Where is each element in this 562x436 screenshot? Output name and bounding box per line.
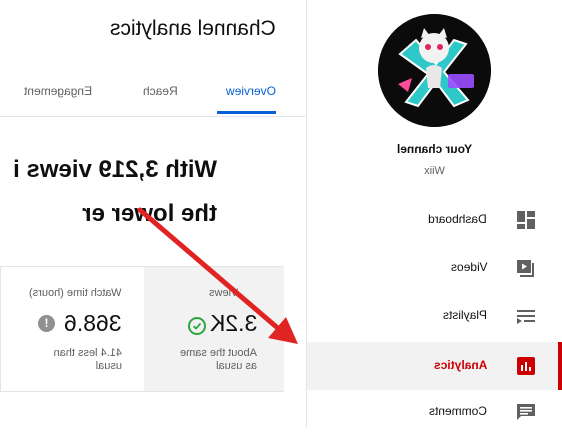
- playlists-icon: [515, 305, 537, 327]
- views-metric[interactable]: Views 3.2K About the same as usual: [144, 267, 284, 391]
- channel-avatar[interactable]: [378, 14, 491, 127]
- watch-time-comparison: 41.4 less than usual: [53, 347, 123, 372]
- sidebar-item-comments[interactable]: Comments: [307, 388, 562, 436]
- headline-line-1: With 3,219 views i: [13, 156, 217, 183]
- summary-headline: With 3,219 views i the lower er: [0, 148, 217, 236]
- channel-name: Wiix: [424, 165, 445, 177]
- sidebar-item-videos[interactable]: Videos: [307, 244, 562, 292]
- dashboard-icon: [515, 209, 537, 231]
- watch-time-label: Watch time (hours): [29, 287, 122, 299]
- page-title: Channel analytics: [110, 17, 276, 40]
- videos-icon: [515, 257, 537, 279]
- sidebar-item-label: Dashboard: [428, 212, 487, 226]
- views-comparison: About the same as usual: [179, 347, 257, 372]
- sidebar-item-analytics[interactable]: Analytics: [307, 342, 562, 390]
- views-value: 3.2K: [209, 310, 257, 336]
- channel-title: Your channel: [396, 142, 473, 156]
- sidebar-item-playlists[interactable]: Playlists: [307, 292, 562, 340]
- analytics-main-panel: Channel analytics Overview Reach Engagem…: [0, 0, 307, 428]
- sidebar-item-label: Comments: [428, 404, 487, 418]
- check-circle-icon: [188, 317, 206, 335]
- active-item-indicator: [558, 342, 562, 390]
- key-metrics-card: Views 3.2K About the same as usual Watch…: [0, 266, 284, 392]
- studio-sidebar: Your channel Wiix Dashboard Videos Playl…: [307, 0, 562, 428]
- tabs-divider: [0, 116, 306, 117]
- headline-line-2: the lower er: [82, 200, 217, 227]
- sidebar-item-label: Playlists: [442, 308, 487, 322]
- info-icon[interactable]: !: [38, 315, 55, 332]
- sidebar-item-label: Analytics: [433, 358, 487, 372]
- comments-icon: [515, 401, 537, 423]
- views-label: Views: [208, 287, 238, 299]
- analytics-tabs: Overview Reach Engagement: [0, 70, 306, 116]
- sidebar-item-dashboard[interactable]: Dashboard: [307, 196, 562, 244]
- sidebar-item-label: Videos: [450, 260, 487, 274]
- tab-reach[interactable]: Reach: [143, 84, 178, 98]
- analytics-icon: [515, 355, 537, 377]
- active-tab-indicator: [217, 111, 276, 114]
- tab-overview[interactable]: Overview: [226, 84, 276, 98]
- tab-engagement[interactable]: Engagement: [24, 84, 92, 98]
- watch-time-value: 368.6: [64, 310, 122, 336]
